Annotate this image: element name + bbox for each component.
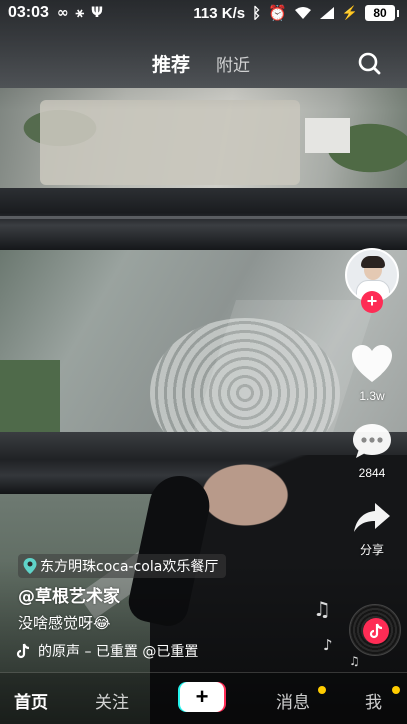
wifi-icon — [294, 7, 311, 19]
green-area — [0, 360, 60, 440]
floating-note-icon: ♪ — [323, 636, 333, 654]
share-button[interactable]: 分享 — [342, 500, 402, 558]
share-label: 分享 — [359, 543, 384, 557]
music-disc-cover — [363, 618, 389, 644]
battery-level: 80 — [365, 5, 395, 21]
tab-nearby[interactable]: 附近 — [216, 51, 250, 76]
status-right: 113 K/s ᛒ ⏰ ⚡ 80 — [193, 4, 399, 22]
like-button[interactable]: 1.3w — [342, 344, 402, 403]
search-icon[interactable] — [356, 50, 382, 76]
signal-icon — [319, 7, 334, 19]
tab-me[interactable]: 我 — [365, 688, 382, 713]
comment-count: 2844 — [358, 466, 386, 480]
share-network-icon: ⚹ — [75, 5, 84, 21]
create-plus-label: + — [180, 682, 224, 712]
avatar-hair — [361, 256, 385, 268]
location-label: 东方明珠coca-cola欢乐餐厅 — [40, 559, 219, 575]
tab-messages[interactable]: 消息 — [276, 688, 310, 713]
author-name[interactable]: @草根艺术家 — [18, 582, 120, 607]
me-badge-dot — [392, 686, 400, 694]
tab-following[interactable]: 关注 — [95, 688, 129, 713]
tab-home[interactable]: 首页 — [14, 688, 48, 713]
battery-indicator: 80 — [365, 5, 399, 21]
tiktok-note-icon — [16, 643, 30, 659]
location-pin-icon — [23, 558, 37, 574]
tiktok-logo-icon — [369, 623, 383, 639]
usb-icon: Ψ — [91, 5, 103, 21]
floating-note-icon: ♫ — [313, 597, 331, 621]
author-avatar-button[interactable]: + — [345, 248, 399, 313]
heart-icon — [352, 345, 392, 382]
music-disc-button[interactable] — [349, 604, 401, 656]
rooftop-structure — [305, 118, 350, 153]
like-count: 1.3w — [359, 389, 385, 403]
share-arrow-icon — [354, 503, 390, 532]
alarm-icon: ⏰ — [268, 5, 287, 22]
video-caption: 没啥感觉呀😂 — [18, 614, 111, 632]
status-left-icons: ∞ ⚹ Ψ — [57, 5, 103, 21]
window-frame-upper — [0, 188, 407, 250]
battery-cap — [397, 9, 399, 17]
plaza-area — [40, 100, 300, 185]
comment-bubble-icon — [353, 424, 391, 458]
floating-note-icon: ♫ — [349, 654, 360, 668]
infinity-icon: ∞ — [56, 5, 69, 21]
comment-button[interactable]: 2844 — [342, 421, 402, 480]
charging-icon: ⚡ — [341, 5, 358, 20]
follow-plus-button[interactable]: + — [361, 291, 383, 313]
status-time: 03:03 — [8, 4, 49, 21]
create-video-button[interactable]: + — [178, 682, 226, 712]
bluetooth-icon: ᛒ — [252, 4, 262, 22]
music-title: 的原声 – 已重置 @已重置 — [38, 644, 199, 660]
top-nav: 推荐 附近 — [0, 44, 407, 80]
music-marquee[interactable]: 的原声 – 已重置 @已重置 — [16, 640, 231, 662]
net-speed: 113 K/s — [193, 4, 246, 22]
tab-recommend[interactable]: 推荐 — [152, 50, 190, 77]
location-tag[interactable]: 东方明珠coca-cola欢乐餐厅 — [18, 554, 227, 578]
window-frame-highlight — [0, 216, 407, 219]
status-bar: 03:03 ∞ ⚹ Ψ 113 K/s ᛒ ⏰ ⚡ 80 — [0, 0, 407, 26]
messages-badge-dot — [318, 686, 326, 694]
